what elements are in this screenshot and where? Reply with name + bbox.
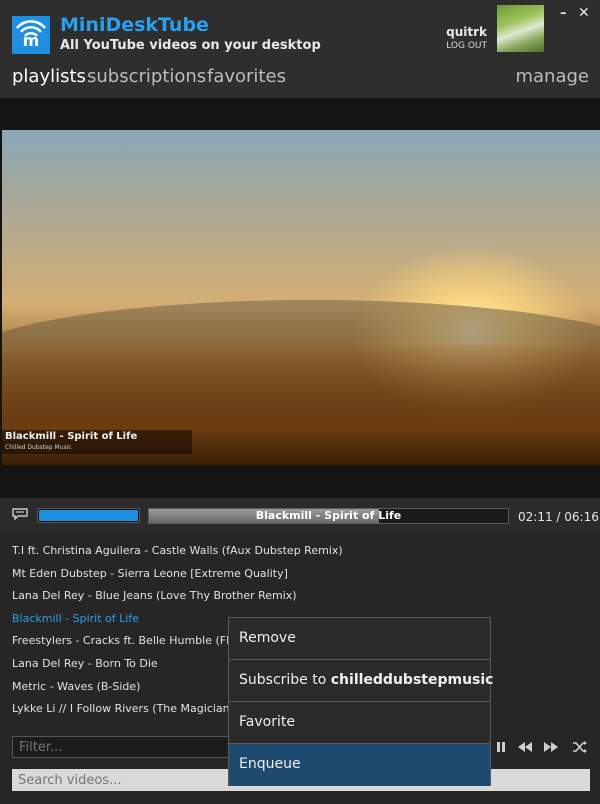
tab-subscriptions[interactable]: subscriptions xyxy=(87,66,206,87)
shuffle-icon[interactable] xyxy=(572,740,588,754)
next-icon[interactable] xyxy=(543,740,559,754)
menu-item-enqueue[interactable]: Enqueue xyxy=(229,744,490,786)
menu-item-subscribe-prefix: Subscribe to xyxy=(239,672,331,688)
manage-link[interactable]: manage xyxy=(515,66,589,87)
list-item-active[interactable]: Blackmill - Spirit of Life xyxy=(12,612,139,625)
minimize-button[interactable]: – xyxy=(560,6,567,21)
avatar[interactable] xyxy=(497,5,544,52)
menu-item-subscribe-channel: chilleddubstepmusic xyxy=(330,672,494,688)
filter-input[interactable] xyxy=(12,736,242,758)
list-item[interactable]: Lykke Li // I Follow Rivers (The Magicia… xyxy=(12,702,230,715)
context-menu: Remove Subscribe to chilleddubstepmusic … xyxy=(228,617,493,786)
video-player[interactable] xyxy=(2,130,600,465)
app-tagline: All YouTube videos on your desktop xyxy=(60,38,321,53)
menu-item-favorite[interactable]: Favorite xyxy=(229,702,490,744)
app-logo: m xyxy=(12,16,50,54)
menu-item-favorite-label: Favorite xyxy=(239,714,295,730)
tab-playlists[interactable]: playlists xyxy=(12,66,86,87)
previous-icon[interactable] xyxy=(517,740,533,754)
now-playing-title: Blackmill - Spirit of Life xyxy=(255,509,402,522)
logout-link[interactable]: LOG OUT xyxy=(446,41,487,51)
list-item[interactable]: Metric - Waves (B-Side) xyxy=(12,680,140,693)
list-item[interactable]: T.I ft. Christina Aguilera - Castle Wall… xyxy=(12,544,343,557)
close-button[interactable]: ✕ xyxy=(578,5,590,21)
list-item[interactable]: Lana Del Rey - Blue Jeans (Love Thy Brot… xyxy=(12,589,297,602)
playback-time: 02:11 / 06:16 xyxy=(518,510,599,524)
menu-item-remove[interactable]: Remove xyxy=(229,618,490,660)
menu-item-enqueue-label: Enqueue xyxy=(239,756,301,772)
video-caption-channel: Chilled Dubstep Music xyxy=(5,444,72,451)
logo-letter: m xyxy=(22,31,40,50)
app-title: MiniDeskTube xyxy=(60,14,209,36)
chat-bubble-icon[interactable] xyxy=(12,508,28,520)
video-caption-title: Blackmill - Spirit of Life xyxy=(5,431,138,442)
list-item[interactable]: Mt Eden Dubstep - Sierra Leone [Extreme … xyxy=(12,567,288,580)
username: quitrk xyxy=(446,25,487,39)
tab-favorites[interactable]: favorites xyxy=(207,66,286,87)
list-item[interactable]: Lana Del Rey - Born To Die xyxy=(12,657,158,670)
menu-item-subscribe[interactable]: Subscribe to chilleddubstepmusic xyxy=(229,660,493,702)
list-item[interactable]: Freestylers - Cracks ft. Belle Humble (F… xyxy=(12,634,243,647)
menu-item-remove-label: Remove xyxy=(239,630,296,646)
volume-bar-fill xyxy=(39,510,138,521)
pause-icon[interactable] xyxy=(493,740,509,754)
